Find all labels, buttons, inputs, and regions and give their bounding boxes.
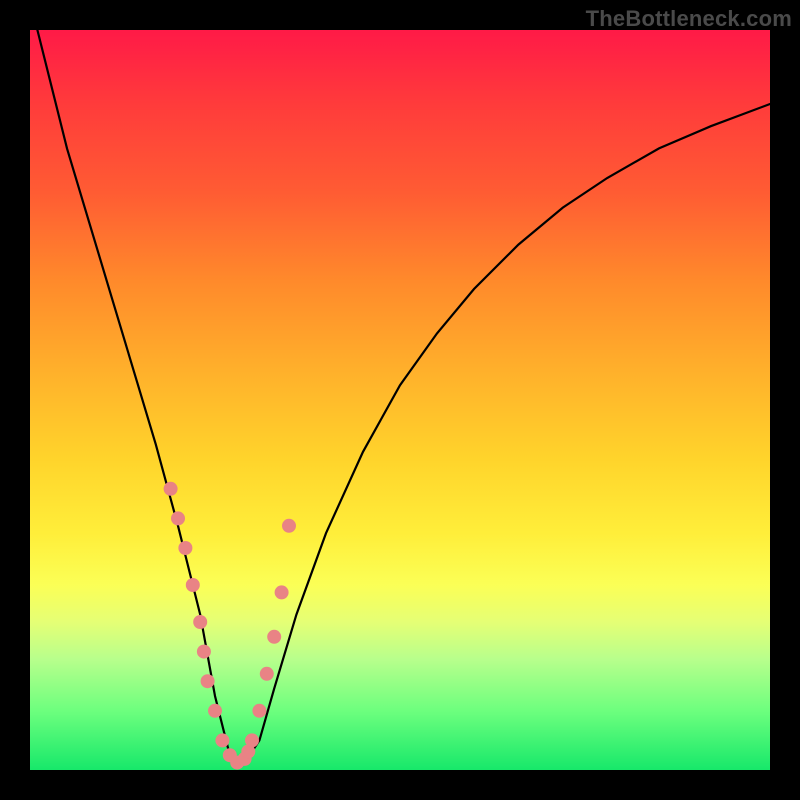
- watermark-text: TheBottleneck.com: [586, 6, 792, 32]
- sample-dot: [245, 733, 259, 747]
- sample-dot: [164, 482, 178, 496]
- sample-dot: [208, 704, 222, 718]
- bottleneck-curve: [37, 30, 770, 763]
- sample-dot: [171, 511, 185, 525]
- sample-dots: [164, 482, 296, 770]
- sample-dot: [193, 615, 207, 629]
- sample-dot: [260, 667, 274, 681]
- sample-dot: [252, 704, 266, 718]
- chart-frame: TheBottleneck.com: [0, 0, 800, 800]
- sample-dot: [275, 585, 289, 599]
- sample-dot: [215, 733, 229, 747]
- sample-dot: [267, 630, 281, 644]
- sample-dot: [178, 541, 192, 555]
- sample-dot: [197, 645, 211, 659]
- sample-dot: [201, 674, 215, 688]
- sample-dot: [186, 578, 200, 592]
- sample-dot: [282, 519, 296, 533]
- chart-overlay: [30, 30, 770, 770]
